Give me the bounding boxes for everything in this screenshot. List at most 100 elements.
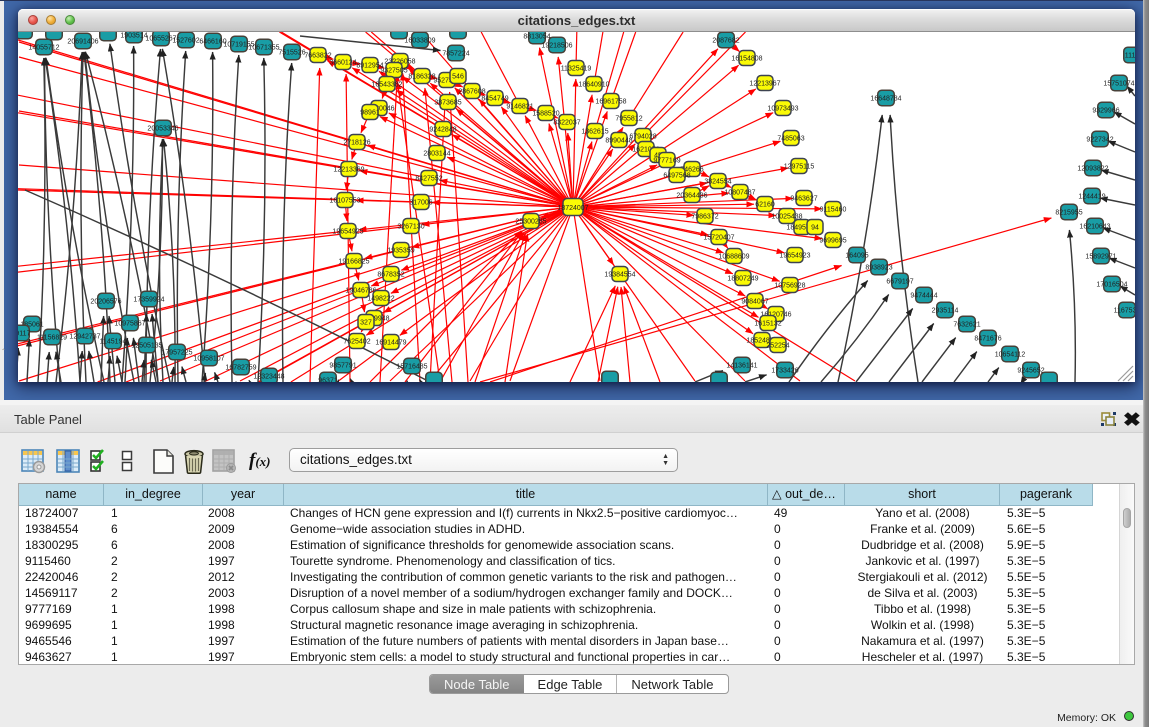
- svg-text:3267130: 3267130: [397, 224, 424, 231]
- svg-text:19166825: 19166825: [338, 259, 369, 266]
- svg-text:16914479: 16914479: [375, 340, 406, 347]
- svg-text:1362615: 1362615: [581, 129, 608, 136]
- svg-text:16210643: 16210643: [1079, 224, 1110, 231]
- svg-text:8678352: 8678352: [377, 272, 404, 279]
- svg-text:18807249: 18807249: [727, 276, 758, 283]
- svg-text:9242848: 9242848: [429, 127, 456, 134]
- svg-text:10688609: 10688609: [718, 254, 749, 261]
- svg-text:11156829: 11156829: [37, 335, 67, 342]
- svg-text:7955812: 7955812: [615, 116, 642, 123]
- svg-text:1244419: 1244419: [1078, 194, 1105, 201]
- svg-text:7485063: 7485063: [777, 136, 804, 143]
- svg-text:2803144: 2803144: [423, 151, 450, 158]
- svg-text:19654925: 19654925: [332, 229, 363, 236]
- svg-text:17957225: 17957225: [161, 350, 192, 357]
- svg-text:7857224: 7857224: [442, 51, 469, 58]
- svg-text:8186328: 8186328: [408, 74, 435, 81]
- svg-text:10654112: 10654112: [995, 352, 1026, 359]
- svg-text:15751074: 15751074: [1103, 81, 1134, 88]
- svg-text:9474444: 9474444: [910, 293, 937, 300]
- svg-text:9327505: 9327505: [380, 68, 407, 75]
- svg-text:10975867: 10975867: [114, 321, 145, 328]
- svg-text:10807487: 10807487: [724, 190, 755, 197]
- svg-text:252254: 252254: [766, 343, 789, 350]
- svg-text:12213967: 12213967: [749, 81, 780, 88]
- svg-text:1145194: 1145194: [100, 339, 127, 346]
- svg-text:16543382: 16543382: [371, 82, 402, 89]
- svg-text:9699695: 9699695: [819, 238, 846, 245]
- svg-text:17016504: 17016504: [1096, 282, 1127, 289]
- svg-text:19384554: 19384554: [604, 272, 635, 279]
- svg-text:14136141: 14136141: [726, 363, 757, 370]
- svg-text:19218506: 19218506: [541, 43, 572, 50]
- svg-text:10671355: 10671355: [248, 45, 279, 52]
- svg-text:9115460: 9115460: [820, 207, 847, 214]
- svg-text:12975115: 12975115: [784, 164, 815, 171]
- svg-text:1903514: 1903514: [120, 33, 147, 40]
- svg-text:1733426: 1733426: [771, 368, 798, 375]
- svg-text:39117: 39117: [18, 331, 31, 338]
- svg-text:16107553: 16107553: [329, 198, 360, 205]
- svg-text:10958107: 10958107: [193, 356, 224, 363]
- svg-text:16154808: 16154808: [731, 56, 762, 63]
- svg-text:2867608: 2867608: [458, 89, 485, 96]
- svg-text:62160: 62160: [755, 202, 775, 209]
- svg-text:8471676: 8471676: [974, 336, 1001, 343]
- svg-text:18640910: 18640910: [578, 82, 609, 89]
- svg-text:2718126: 2718126: [343, 140, 370, 147]
- svg-text:18724007: 18724007: [557, 205, 588, 212]
- svg-text:12213369: 12213369: [333, 167, 364, 174]
- svg-text:9777169: 9777169: [653, 158, 680, 165]
- svg-text:12942737: 12942737: [69, 334, 100, 341]
- svg-text:546: 546: [452, 74, 464, 81]
- svg-text:3873685: 3873685: [434, 100, 461, 107]
- svg-text:25300285: 25300285: [515, 219, 546, 226]
- svg-text:15892971: 15892971: [1085, 254, 1116, 261]
- svg-text:15720407: 15720407: [703, 235, 734, 242]
- svg-text:8215955: 8215955: [1055, 210, 1082, 217]
- svg-text:1935359: 1935359: [387, 248, 414, 255]
- svg-text:12093822: 12093822: [1077, 166, 1108, 173]
- svg-text:7515526: 7515526: [278, 50, 305, 57]
- svg-text:9463627: 9463627: [790, 196, 817, 203]
- svg-text:2087682: 2087682: [712, 38, 739, 45]
- svg-text:2935114: 2935114: [932, 308, 959, 315]
- svg-text:9227342: 9227342: [1086, 137, 1113, 144]
- svg-text:6794028: 6794028: [629, 134, 656, 141]
- svg-text:7625402: 7625402: [343, 339, 370, 346]
- svg-text:20691406: 20691406: [67, 39, 98, 46]
- svg-text:8454749: 8454749: [481, 96, 508, 103]
- svg-text:17359924: 17359924: [133, 297, 164, 304]
- svg-text:9857791: 9857791: [329, 363, 356, 370]
- svg-text:317006: 317006: [409, 200, 432, 207]
- svg-text:7663822: 7663822: [304, 53, 331, 60]
- svg-text:19046786: 19046786: [345, 288, 376, 295]
- svg-text:8322037: 8322037: [553, 120, 580, 127]
- svg-text:98961: 98961: [360, 110, 380, 117]
- svg-text:19654923: 19654923: [779, 253, 810, 260]
- svg-text:15716485: 15716485: [396, 364, 427, 371]
- svg-text:3824554: 3824554: [704, 179, 731, 186]
- svg-text:6679197: 6679197: [886, 279, 913, 286]
- svg-text:9084067: 9084067: [741, 299, 768, 306]
- svg-text:1588520: 1588520: [532, 111, 559, 118]
- svg-text:1498222: 1498222: [367, 296, 394, 303]
- svg-text:8938923: 8938923: [865, 265, 892, 272]
- svg-text:11325419: 11325419: [561, 66, 592, 73]
- svg-text:94: 94: [811, 225, 819, 232]
- svg-text:3660124: 3660124: [329, 60, 356, 67]
- svg-text:9146821: 9146821: [506, 104, 533, 111]
- svg-text:16033809: 16033809: [404, 38, 435, 45]
- svg-text:20364436: 20364436: [676, 193, 707, 200]
- svg-text:6497568: 6497568: [663, 173, 690, 180]
- svg-text:1527602: 1527602: [172, 38, 199, 45]
- svg-text:16782759: 16782759: [225, 365, 256, 372]
- svg-text:9245652: 9245652: [1017, 368, 1044, 375]
- svg-text:8427552: 8427552: [415, 176, 442, 183]
- svg-text:20053346: 20053346: [147, 126, 178, 133]
- svg-text:7986372: 7986372: [691, 214, 718, 221]
- svg-text:8813054: 8813054: [523, 34, 550, 41]
- svg-text:16648784: 16648784: [870, 96, 901, 103]
- svg-text:1167533: 1167533: [1114, 308, 1135, 315]
- svg-text:20206576: 20206576: [90, 299, 121, 306]
